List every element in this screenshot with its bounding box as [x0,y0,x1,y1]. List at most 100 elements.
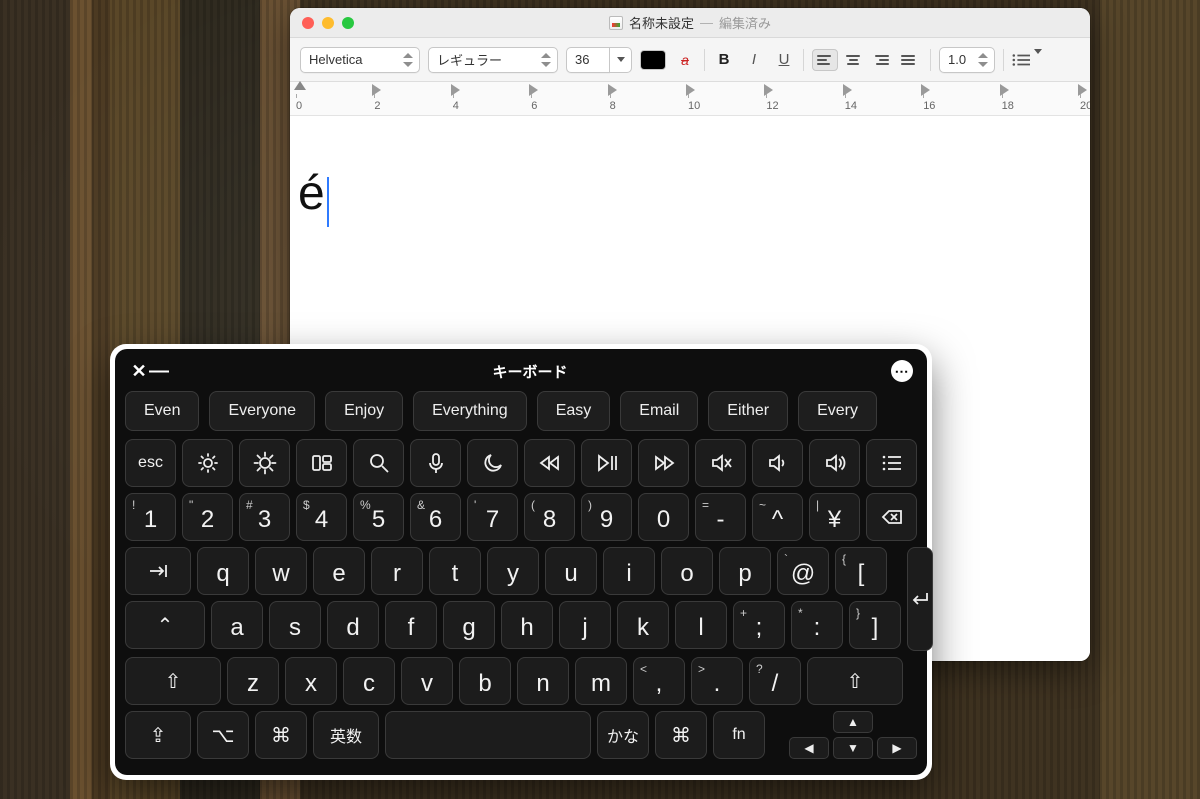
suggestion-easy[interactable]: Easy [537,391,611,431]
arrow-left-key[interactable]: ◀ [789,737,829,759]
volume-down-key[interactable] [752,439,803,487]
key-c[interactable]: c [343,657,395,705]
key-q[interactable]: q [197,547,249,595]
brightness-up-key[interactable] [239,439,290,487]
key-a[interactable]: a [211,601,263,649]
key-l[interactable]: l [675,601,727,649]
key-o[interactable]: o [661,547,713,595]
key-j[interactable]: j [559,601,611,649]
key-f[interactable]: f [385,601,437,649]
fast-forward-key[interactable] [638,439,689,487]
arrow-right-key[interactable]: ▶ [877,737,917,759]
key-8[interactable]: (8 [524,493,575,541]
key-g[interactable]: g [443,601,495,649]
delete-key[interactable] [866,493,917,541]
key-2[interactable]: "2 [182,493,233,541]
key-6[interactable]: &6 [410,493,461,541]
key-h[interactable]: h [501,601,553,649]
esc-key[interactable]: esc [125,439,176,487]
key-.[interactable]: >. [691,657,743,705]
arrow-down-key[interactable]: ▼ [833,737,873,759]
align-center-button[interactable] [840,49,866,71]
close-window-button[interactable] [302,17,314,29]
key-,[interactable]: <, [633,657,685,705]
text-color-swatch[interactable] [640,50,666,70]
highlight-color-button[interactable]: a [674,52,696,68]
tab-key[interactable] [125,547,191,595]
command-key-right[interactable]: ⌘ [655,711,707,759]
font-style-select[interactable]: レギュラー [428,47,558,73]
do-not-disturb-key[interactable] [467,439,518,487]
ruler[interactable]: 02468101214161820 [290,82,1090,116]
key-;[interactable]: +; [733,601,785,649]
key-[[interactable]: {[ [835,547,887,595]
align-justify-button[interactable] [896,49,922,71]
key-b[interactable]: b [459,657,511,705]
key--[interactable]: =- [695,493,746,541]
shift-key-right[interactable]: ⇧ [807,657,903,705]
key-v[interactable]: v [401,657,453,705]
align-right-button[interactable] [868,49,894,71]
suggestion-every[interactable]: Every [798,391,877,431]
option-key[interactable]: ⌥ [197,711,249,759]
suggestion-either[interactable]: Either [708,391,788,431]
suggestion-everyone[interactable]: Everyone [209,391,315,431]
key-i[interactable]: i [603,547,655,595]
key-¥[interactable]: |¥ [809,493,860,541]
key-p[interactable]: p [719,547,771,595]
key-0[interactable]: 0 [638,493,689,541]
key-k[interactable]: k [617,601,669,649]
list-style-button[interactable] [1012,53,1046,67]
underline-button[interactable]: U [773,48,795,72]
key-w[interactable]: w [255,547,307,595]
font-size-field[interactable]: 36 [566,47,610,73]
mute-key[interactable] [695,439,746,487]
key-][interactable]: }] [849,601,901,649]
key-s[interactable]: s [269,601,321,649]
line-spacing-select[interactable]: 1.0 [939,47,995,73]
suggestion-email[interactable]: Email [620,391,698,431]
key-y[interactable]: y [487,547,539,595]
key-/[interactable]: ?/ [749,657,801,705]
shift-key-left[interactable]: ⇧ [125,657,221,705]
minimize-window-button[interactable] [322,17,334,29]
keyboard-header[interactable]: ✕ — キーボード ⋯ [125,359,917,389]
align-left-button[interactable] [812,49,838,71]
volume-up-key[interactable] [809,439,860,487]
dictation-key[interactable] [410,439,461,487]
arrow-up-key[interactable]: ▲ [833,711,873,733]
key-^[interactable]: ~^ [752,493,803,541]
spotlight-key[interactable] [353,439,404,487]
key-4[interactable]: $4 [296,493,347,541]
key-u[interactable]: u [545,547,597,595]
key-t[interactable]: t [429,547,481,595]
caps-lock-key[interactable]: ⇪ [125,711,191,759]
control-key[interactable]: ⌃ [125,601,205,649]
font-size-stepper[interactable] [610,47,632,73]
italic-button[interactable]: I [743,48,765,72]
suggestion-even[interactable]: Even [125,391,199,431]
first-line-indent-marker[interactable] [294,81,306,90]
key-9[interactable]: )9 [581,493,632,541]
space-key[interactable] [385,711,591,759]
key-3[interactable]: #3 [239,493,290,541]
key-r[interactable]: r [371,547,423,595]
key-@[interactable]: `@ [777,547,829,595]
key-z[interactable]: z [227,657,279,705]
play-pause-key[interactable] [581,439,632,487]
key-n[interactable]: n [517,657,569,705]
fn-key[interactable]: fn [713,711,765,759]
mission-control-key[interactable] [296,439,347,487]
font-family-select[interactable]: Helvetica [300,47,420,73]
command-key-left[interactable]: ⌘ [255,711,307,759]
key-:[interactable]: *: [791,601,843,649]
eisu-key[interactable]: 英数 [313,711,379,759]
key-1[interactable]: !1 [125,493,176,541]
brightness-down-key[interactable] [182,439,233,487]
zoom-window-button[interactable] [342,17,354,29]
minimize-icon[interactable]: — [149,365,169,377]
return-key[interactable] [907,547,933,651]
key-m[interactable]: m [575,657,627,705]
close-icon[interactable]: ✕ [129,361,149,382]
bold-button[interactable]: B [713,48,735,72]
